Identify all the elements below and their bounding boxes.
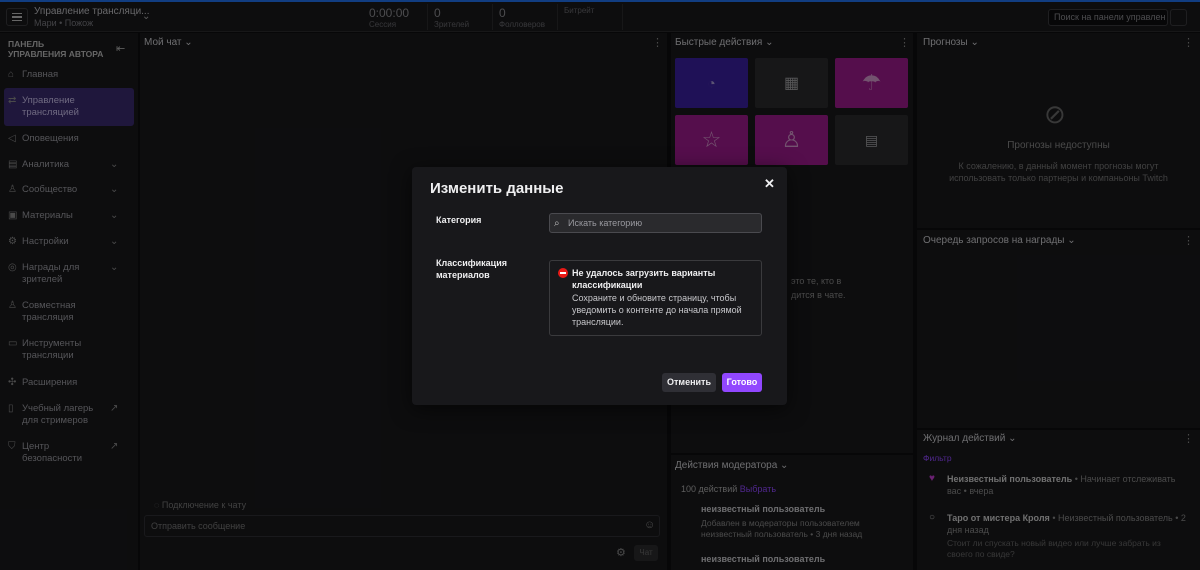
done-button[interactable]: Готово (722, 373, 762, 392)
close-icon[interactable]: ✕ (764, 176, 775, 192)
cancel-button[interactable]: Отменить (662, 373, 716, 392)
error-icon (558, 268, 568, 278)
error-text: Сохраните и обновите страницу, чтобы уве… (572, 293, 742, 327)
classification-error-box: Не удалось загрузить варианты классифика… (549, 260, 762, 336)
category-label: Категория (436, 215, 482, 225)
edit-info-modal: Изменить данные ✕ Категория ⌕ Искать кат… (412, 167, 787, 405)
classification-label: Классификация материалов (436, 258, 507, 280)
modal-title: Изменить данные (430, 180, 564, 197)
search-icon: ⌕ (554, 217, 560, 229)
error-title: Не удалось загрузить варианты классифика… (572, 268, 716, 290)
category-placeholder: Искать категорию (568, 218, 643, 228)
category-search-input[interactable]: ⌕ Искать категорию (549, 213, 762, 233)
